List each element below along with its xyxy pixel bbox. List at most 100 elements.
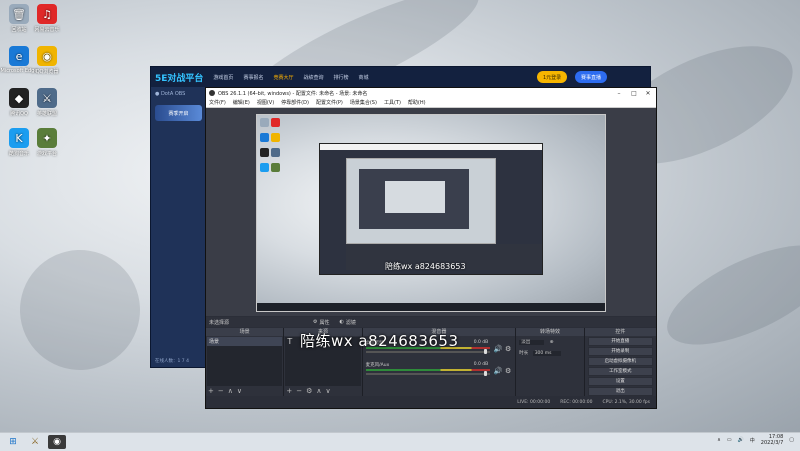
desktop-icon-label: 游戏平台	[36, 151, 57, 157]
scenes-dock: 场景 场景 + − ∧ ∨	[206, 328, 285, 396]
live-status: LIVE: 00:00:00	[517, 400, 551, 405]
gear-icon[interactable]: ⚙	[306, 387, 312, 395]
system-tray: ∧ ▭ 🔊 中 17:08 2022/3/7 ▢	[717, 434, 794, 446]
start-virtual-camera-button[interactable]: 启动虚拟摄像机	[587, 357, 653, 366]
close-icon[interactable]: ✕	[641, 88, 655, 98]
app-menu-item[interactable]: 商城	[359, 74, 369, 81]
taskbar-game-icon[interactable]: ⚔	[26, 435, 44, 449]
online-count: 在线人数：1 7 4	[155, 359, 189, 364]
menu-scene-collection[interactable]: 场景集合(S)	[350, 99, 377, 106]
up-icon[interactable]: ∧	[316, 387, 321, 395]
gear-icon[interactable]: ⚙	[313, 319, 317, 325]
clock[interactable]: 17:08 2022/3/7	[761, 434, 783, 446]
obs-window-title: OBS 26.1.1 (64-bit, windows) - 配置文件: 未命名…	[218, 90, 368, 97]
windows-start-icon[interactable]: ⊞	[4, 435, 22, 449]
login-pill-button[interactable]: 1元登录	[537, 71, 568, 83]
penguin-icon	[260, 148, 269, 157]
clock-date: 2022/3/7	[760, 440, 784, 446]
start-recording-button[interactable]: 开始录制	[587, 347, 653, 356]
exit-button[interactable]: 退出	[587, 387, 653, 396]
app-logo: 5E对战平台	[155, 73, 204, 84]
desktop-icon-label: 英雄联盟	[36, 111, 57, 117]
live-pill-button[interactable]: 赛事直播	[575, 71, 608, 83]
source-toolbar: 未选择源 ⚙ 属性 ◐ 滤镜	[206, 317, 656, 327]
menu-profile[interactable]: 配置文件(P)	[316, 99, 343, 106]
game-icon	[271, 148, 280, 157]
app-menu-item-active[interactable]: 竞赛大厅	[273, 74, 293, 81]
minimize-icon[interactable]: –	[612, 88, 626, 98]
scene-item[interactable]: 场景	[207, 337, 283, 346]
edge-browser-icon	[260, 133, 269, 142]
maximize-icon[interactable]: □	[627, 88, 641, 98]
gear-icon[interactable]: ⚙	[505, 345, 511, 353]
add-icon[interactable]: +	[208, 387, 214, 395]
add-icon[interactable]: +	[286, 387, 292, 395]
tray-chevron-icon[interactable]: ∧	[717, 437, 721, 443]
volume-knob[interactable]	[483, 349, 487, 354]
duration-value[interactable]: 300 ms	[532, 351, 562, 356]
menu-help[interactable]: 帮助(H)	[408, 99, 426, 106]
app-menu-item[interactable]: 赛事报名	[243, 74, 263, 81]
source-filters-button[interactable]: 滤镜	[346, 319, 356, 326]
duration-label: 时长	[519, 351, 529, 356]
volume-knob[interactable]	[483, 371, 487, 376]
settings-button[interactable]: 设置	[587, 377, 653, 386]
desktop-icon-qq-browser[interactable]: ◉ QQ浏览器	[28, 46, 66, 75]
no-source-label: 未选择源	[209, 319, 230, 326]
network-icon[interactable]: ▭	[727, 437, 732, 443]
speaker-icon[interactable]: 🔊	[494, 345, 503, 353]
browser-icon	[271, 133, 280, 142]
scenes-header: 场景	[206, 328, 284, 336]
menu-view[interactable]: 视图(V)	[257, 99, 274, 106]
gear-icon[interactable]: ⚙	[505, 367, 511, 375]
menu-tools[interactable]: 工具(T)	[384, 99, 401, 106]
desktop-icon-label: QQ浏览器	[35, 69, 59, 75]
speaker-icon[interactable]: 🔊	[494, 367, 503, 375]
down-icon[interactable]: ∨	[325, 387, 330, 395]
kugou-icon: K	[9, 128, 29, 148]
menu-file[interactable]: 文件(F)	[209, 99, 226, 106]
scenes-list[interactable]: 场景	[207, 337, 283, 386]
desktop-icon-netease-music[interactable]: ♫ 网易云音乐	[28, 4, 66, 33]
ime-icon[interactable]: 中	[750, 437, 755, 444]
controls-header: 控件	[584, 328, 656, 336]
remove-icon[interactable]: −	[218, 387, 224, 395]
controls-dock: 控件 开始直播 开始录制 启动虚拟摄像机 工作室模式 设置 退出	[584, 328, 656, 396]
game-platform-icon: ✦	[37, 128, 57, 148]
filter-icon[interactable]: ◐	[340, 319, 344, 325]
volume-icon[interactable]: 🔊	[738, 437, 744, 443]
down-icon[interactable]: ∨	[237, 387, 242, 395]
menu-docks[interactable]: 停靠部件(D)	[281, 99, 309, 106]
preview-area[interactable]: 陪练wx a824683653	[206, 108, 656, 316]
app-sidebar: ● DotA OBS 赛季开启	[151, 87, 206, 367]
cpu-status: CPU: 2.1%, 30.00 fps	[602, 400, 651, 405]
app-header: 5E对战平台 游戏首页 赛事报名 竞赛大厅 战绩查询 排行榜 商城 1元登录 赛…	[151, 67, 650, 87]
obs-window[interactable]: OBS 26.1.1 (64-bit, windows) - 配置文件: 未命名…	[205, 87, 657, 409]
desktop-icon-game-platform[interactable]: ✦ 游戏平台	[28, 128, 66, 157]
volume-slider[interactable]	[365, 351, 491, 353]
source-properties-button[interactable]: 属性	[320, 319, 330, 326]
add-icon[interactable]: ⊕	[550, 340, 554, 345]
app-menu-item[interactable]: 战绩查询	[303, 74, 323, 81]
preview-canvas[interactable]: 陪练wx a824683653	[256, 114, 606, 312]
remove-icon[interactable]: −	[296, 387, 302, 395]
transition-type: 淡出	[519, 340, 545, 345]
app-menu: 游戏首页 赛事报名 竞赛大厅 战绩查询 排行榜 商城	[213, 74, 368, 81]
volume-slider[interactable]	[365, 373, 491, 375]
menu-edit[interactable]: 编辑(E)	[233, 99, 250, 106]
transitions-dock: 转场特效 淡出 ⊕ 时长 300 ms	[516, 328, 585, 396]
desktop-icon-lol[interactable]: ⚔ 英雄联盟	[28, 88, 66, 117]
start-streaming-button[interactable]: 开始直播	[587, 337, 653, 346]
taskbar-obs-icon[interactable]: ◉	[48, 435, 66, 449]
app-menu-item[interactable]: 排行榜	[333, 74, 348, 81]
app-menu-item[interactable]: 游戏首页	[213, 74, 233, 81]
notification-icon[interactable]: ▢	[789, 437, 794, 443]
studio-mode-button[interactable]: 工作室模式	[587, 367, 653, 376]
up-icon[interactable]: ∧	[228, 387, 233, 395]
duration-field[interactable]: 时长 300 ms	[519, 350, 580, 358]
season-banner[interactable]: 赛季开启	[155, 105, 202, 121]
channel-name: 麦克风/Aux	[365, 363, 390, 368]
recycle-bin-icon	[260, 118, 269, 127]
sidebar-header: ● DotA OBS	[155, 91, 186, 97]
transition-select[interactable]: 淡出 ⊕	[519, 339, 580, 347]
